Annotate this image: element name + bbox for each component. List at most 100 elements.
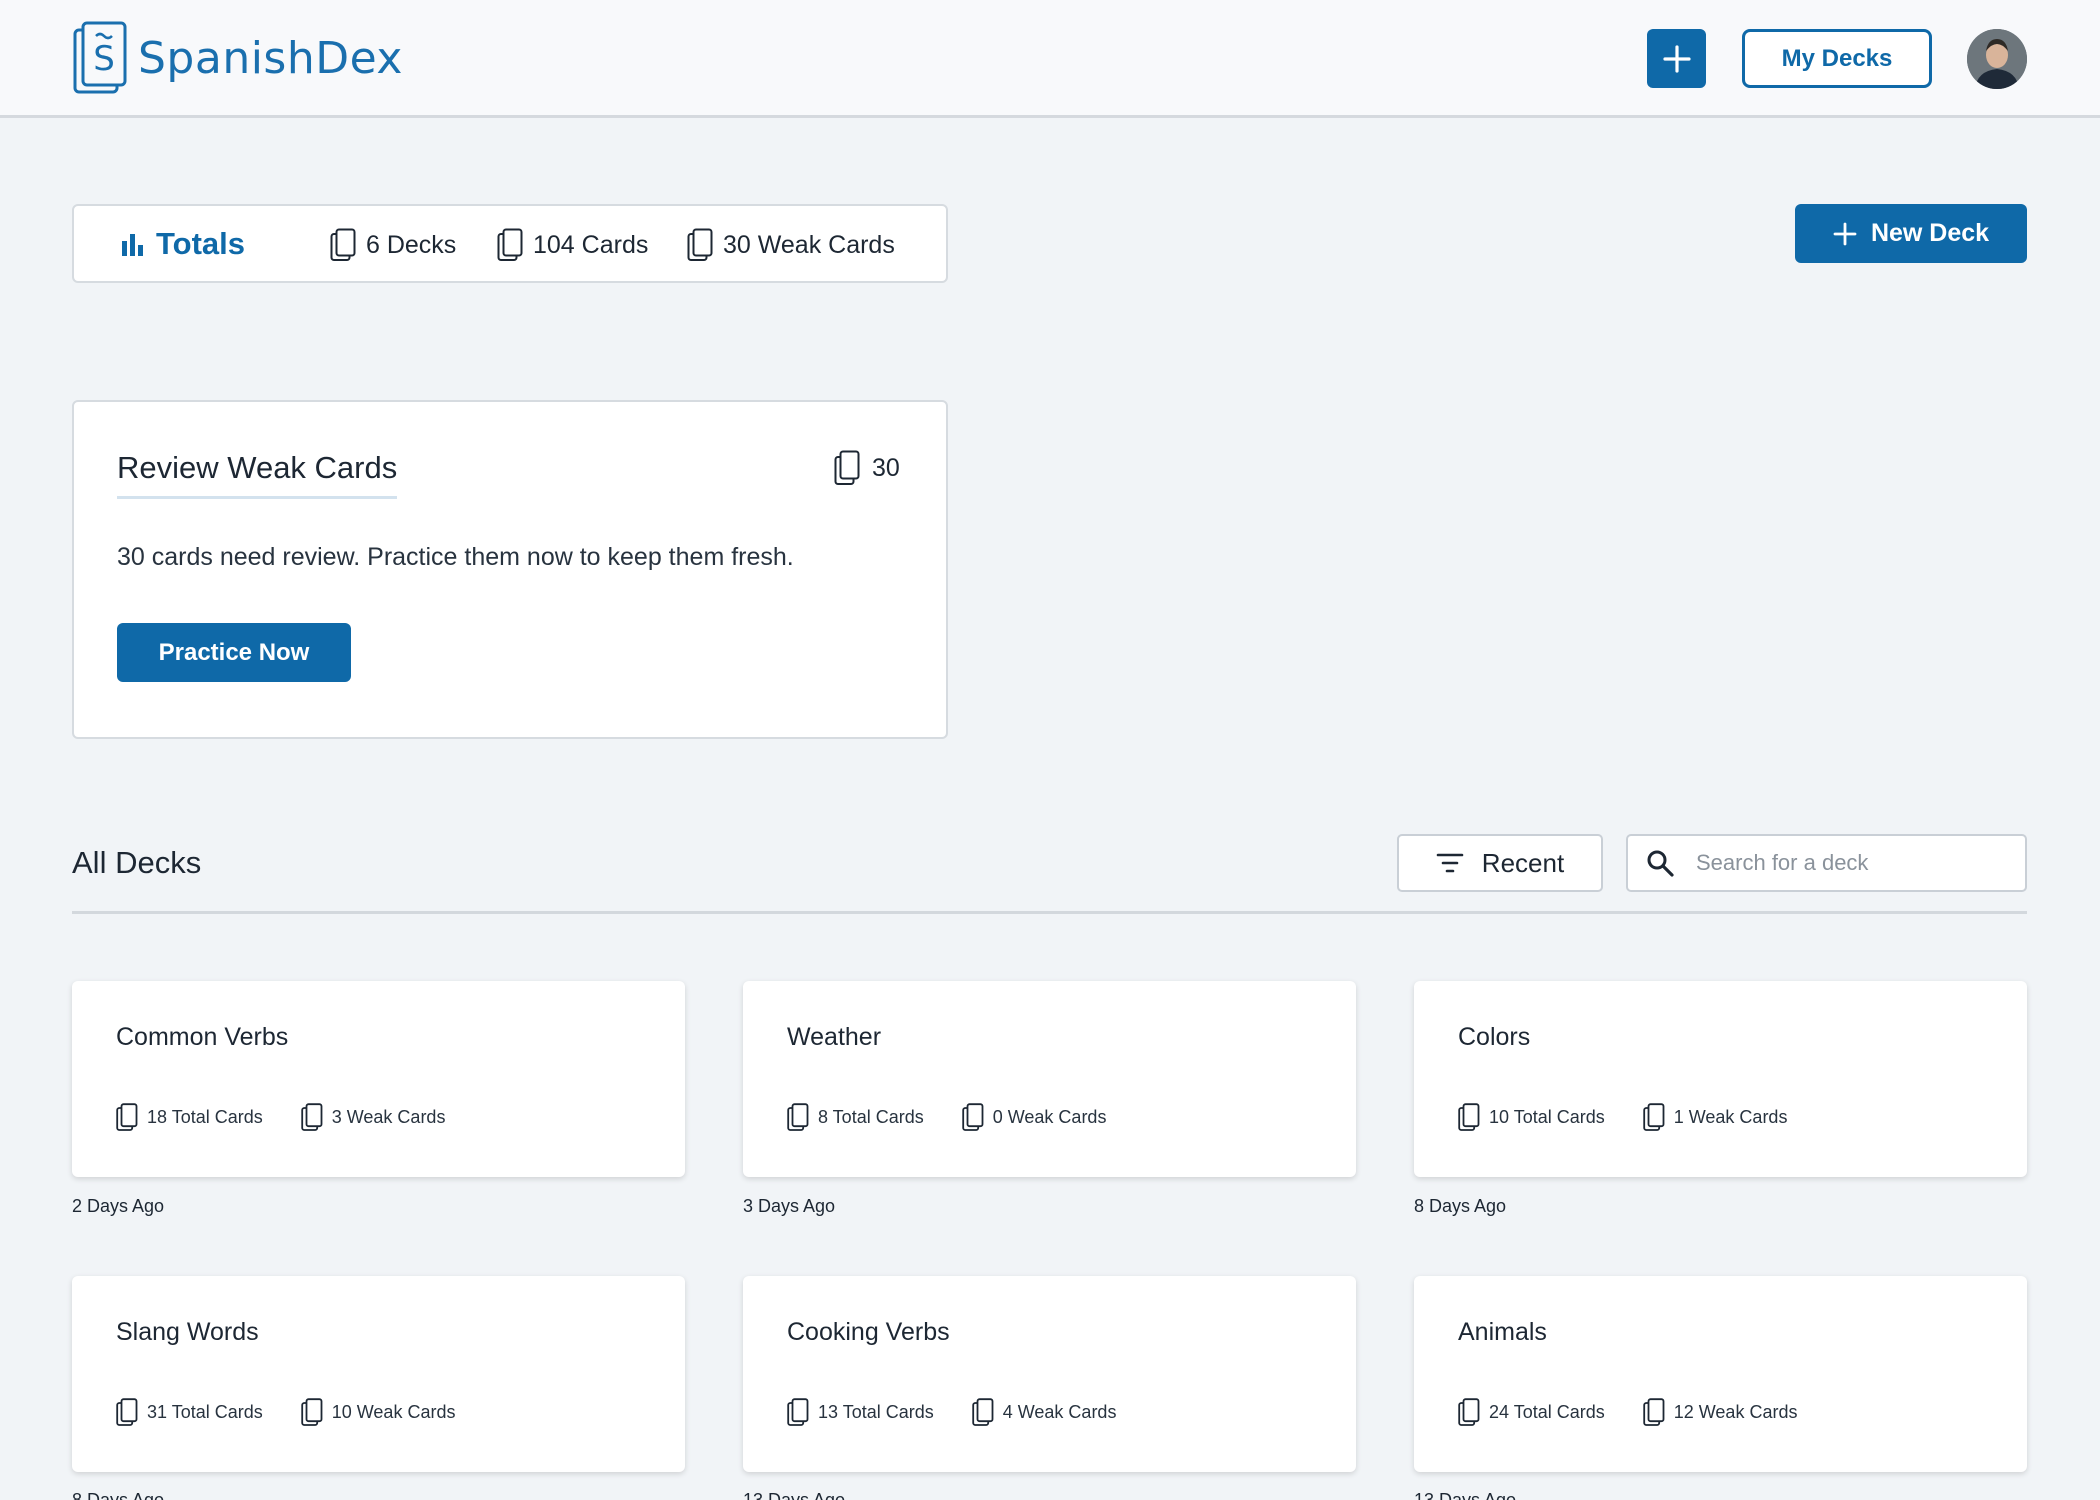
cards-icon xyxy=(301,1103,323,1131)
deck-weak-label: 1 Weak Cards xyxy=(1673,1107,1788,1127)
plus-icon xyxy=(1662,44,1691,73)
cards-icon xyxy=(687,228,713,261)
deck-stats: 18 Total Cards 3 Weak Cards xyxy=(116,1103,483,1132)
deck-stats: 24 Total Cards 12 Weak Cards xyxy=(1458,1398,1835,1427)
totals-cards-label: 104 Cards xyxy=(533,230,649,259)
totals-bar: Totals 6 Decks 104 Cards 30 Weak Cards xyxy=(72,204,948,283)
search-icon xyxy=(1647,850,1674,877)
deck-total-label: 31 Total Cards xyxy=(147,1402,263,1422)
review-count-value: 30 xyxy=(872,453,900,482)
cards-icon xyxy=(787,1398,809,1426)
deck-weak-cards: 10 Weak Cards xyxy=(301,1398,456,1427)
sort-label: Recent xyxy=(1481,847,1565,878)
search-input[interactable] xyxy=(1696,850,1996,876)
deck-card-cooking-verbs[interactable]: Cooking Verbs 13 Total Cards 4 Weak Card… xyxy=(743,1276,1356,1472)
svg-text:S: S xyxy=(93,39,115,79)
deck-total-label: 10 Total Cards xyxy=(1489,1107,1605,1127)
deck-weak-cards: 3 Weak Cards xyxy=(301,1103,446,1132)
deck-card-animals[interactable]: Animals 24 Total Cards 12 Weak Cards xyxy=(1414,1276,2027,1472)
sort-recent-button[interactable]: Recent xyxy=(1397,834,1603,892)
deck-weak-cards: 12 Weak Cards xyxy=(1643,1398,1798,1427)
cards-icon xyxy=(962,1103,984,1131)
my-decks-button[interactable]: My Decks xyxy=(1742,29,1932,88)
new-deck-label: New Deck xyxy=(1870,219,1990,247)
deck-total-cards: 31 Total Cards xyxy=(116,1398,263,1427)
deck-card-slang-words[interactable]: Slang Words 31 Total Cards 10 Weak Cards xyxy=(72,1276,685,1472)
deck-name: Common Verbs xyxy=(116,1023,289,1051)
deck-name: Slang Words xyxy=(116,1318,259,1346)
deck-weak-label: 10 Weak Cards xyxy=(331,1402,456,1422)
review-weak-cards-panel: Review Weak Cards 30 30 cards need revie… xyxy=(72,400,948,739)
cards-icon xyxy=(1458,1398,1480,1426)
deck-name: Weather xyxy=(787,1023,882,1051)
cards-icon xyxy=(972,1398,994,1426)
totals-decks: 6 Decks xyxy=(330,228,456,262)
user-avatar-icon xyxy=(1967,29,2027,89)
deck-card-colors[interactable]: Colors 10 Total Cards 1 Weak Cards xyxy=(1414,981,2027,1177)
top-bar: S SpanishDex My Decks xyxy=(0,0,2100,118)
review-title: Review Weak Cards xyxy=(117,450,398,499)
deck-total-cards: 24 Total Cards xyxy=(1458,1398,1605,1427)
deck-total-label: 18 Total Cards xyxy=(147,1107,263,1127)
logo[interactable]: S SpanishDex xyxy=(72,20,403,96)
cards-icon xyxy=(497,228,523,261)
app-name: SpanishDex xyxy=(138,32,403,84)
deck-card-weather[interactable]: Weather 8 Total Cards 0 Weak Cards xyxy=(743,981,1356,1177)
cards-icon xyxy=(1458,1103,1480,1131)
section-divider xyxy=(72,911,2027,914)
deck-last-used: 8 Days Ago xyxy=(1414,1196,1507,1216)
cards-icon xyxy=(116,1398,138,1426)
cards-icon xyxy=(834,450,860,485)
deck-last-used: 13 Days Ago xyxy=(743,1490,846,1500)
new-deck-button[interactable]: New Deck xyxy=(1795,204,2027,263)
totals-weak-cards-label: 30 Weak Cards xyxy=(723,230,895,259)
cards-icon xyxy=(787,1103,809,1131)
deck-weak-cards: 1 Weak Cards xyxy=(1643,1103,1788,1132)
deck-total-label: 13 Total Cards xyxy=(818,1402,934,1422)
deck-weak-cards: 4 Weak Cards xyxy=(972,1398,1117,1427)
deck-total-cards: 10 Total Cards xyxy=(1458,1103,1605,1132)
deck-last-used: 13 Days Ago xyxy=(1414,1490,1517,1500)
deck-name: Animals xyxy=(1458,1318,1547,1346)
totals-title: Totals xyxy=(120,226,245,262)
filter-icon xyxy=(1436,853,1464,873)
deck-weak-cards: 0 Weak Cards xyxy=(962,1103,1107,1132)
deck-weak-label: 12 Weak Cards xyxy=(1673,1402,1798,1422)
cards-icon xyxy=(301,1398,323,1426)
review-description: 30 cards need review. Practice them now … xyxy=(117,543,794,571)
deck-total-label: 8 Total Cards xyxy=(818,1107,924,1127)
deck-total-label: 24 Total Cards xyxy=(1489,1402,1605,1422)
bar-chart-icon xyxy=(122,234,143,256)
deck-stats: 8 Total Cards 0 Weak Cards xyxy=(787,1103,1144,1132)
deck-name: Colors xyxy=(1458,1023,1531,1051)
practice-now-button[interactable]: Practice Now xyxy=(117,623,351,682)
cards-icon xyxy=(1643,1398,1665,1426)
cards-icon xyxy=(116,1103,138,1131)
review-count: 30 xyxy=(834,450,900,486)
deck-weak-label: 0 Weak Cards xyxy=(992,1107,1107,1127)
deck-name: Cooking Verbs xyxy=(787,1318,950,1346)
deck-total-cards: 13 Total Cards xyxy=(787,1398,934,1427)
cards-icon xyxy=(330,228,356,261)
deck-total-cards: 8 Total Cards xyxy=(787,1103,924,1132)
totals-weak-cards: 30 Weak Cards xyxy=(687,228,895,262)
deck-stats: 10 Total Cards 1 Weak Cards xyxy=(1458,1103,1825,1132)
deck-last-used: 3 Days Ago xyxy=(743,1196,836,1216)
avatar[interactable] xyxy=(1967,29,2027,89)
deck-last-used: 2 Days Ago xyxy=(72,1196,165,1216)
all-decks-title: All Decks xyxy=(72,845,202,880)
cards-icon xyxy=(1643,1103,1665,1131)
deck-search[interactable] xyxy=(1626,834,2027,892)
card-s-logo-icon: S xyxy=(73,21,127,94)
deck-last-used: 8 Days Ago xyxy=(72,1490,165,1500)
deck-weak-label: 3 Weak Cards xyxy=(331,1107,446,1127)
deck-total-cards: 18 Total Cards xyxy=(116,1103,263,1132)
plus-icon xyxy=(1833,222,1857,245)
add-button[interactable] xyxy=(1647,29,1706,88)
deck-stats: 13 Total Cards 4 Weak Cards xyxy=(787,1398,1154,1427)
deck-card-common-verbs[interactable]: Common Verbs 18 Total Cards 3 Weak Cards xyxy=(72,981,685,1177)
deck-weak-label: 4 Weak Cards xyxy=(1002,1402,1117,1422)
deck-stats: 31 Total Cards 10 Weak Cards xyxy=(116,1398,493,1427)
totals-decks-label: 6 Decks xyxy=(366,230,457,259)
totals-cards: 104 Cards xyxy=(497,228,648,262)
